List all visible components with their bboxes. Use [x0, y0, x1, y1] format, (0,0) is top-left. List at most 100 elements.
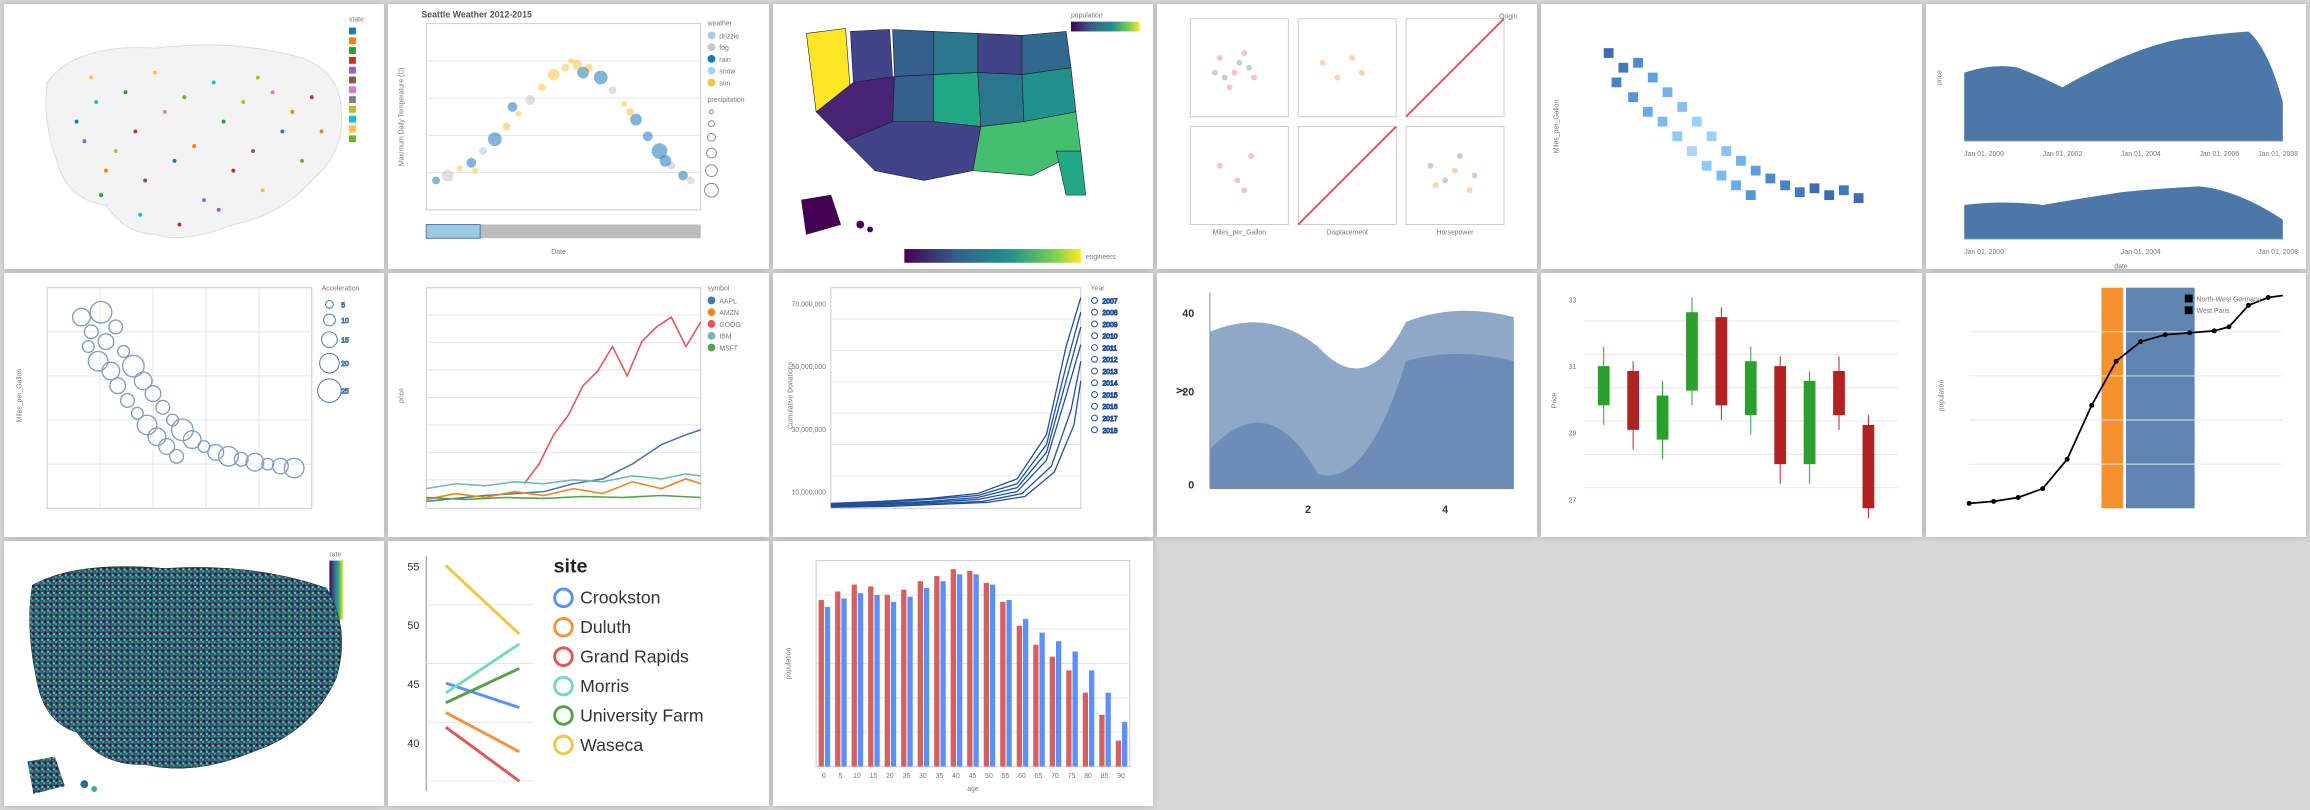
svg-text:25: 25	[341, 388, 349, 395]
svg-text:45: 45	[408, 679, 420, 691]
svg-text:2010: 2010	[1102, 333, 1117, 340]
size-legend-title: precipitation	[708, 97, 745, 104]
svg-text:70,000,000: 70,000,000	[791, 301, 826, 308]
svg-text:40: 40	[952, 774, 960, 781]
svg-text:33: 33	[1569, 297, 1577, 304]
svg-text:70: 70	[1051, 774, 1059, 781]
svg-text:2016: 2016	[1102, 404, 1117, 411]
svg-text:10: 10	[853, 774, 861, 781]
svg-text:45: 45	[968, 774, 976, 781]
svg-text:31: 31	[1569, 364, 1577, 371]
svg-text:fog: fog	[720, 45, 730, 52]
svg-text:15: 15	[341, 337, 349, 344]
y-axis-label: population	[1938, 379, 1945, 411]
svg-text:Jan 01, 2000: Jan 01, 2000	[1964, 151, 2004, 158]
legend-title: state	[349, 17, 364, 24]
chart-us-county-choropleth: rate	[4, 541, 384, 806]
svg-text:90: 90	[1117, 774, 1125, 781]
chart-grouped-bar: population age 0510152025303540455055606…	[773, 541, 1153, 806]
svg-text:Displacement: Displacement	[1326, 229, 1368, 236]
legend-title: symbol	[708, 285, 730, 292]
svg-text:Origin: Origin	[1499, 14, 1517, 21]
chart-barley: 55 50 45 40 site Crookston Duluth Grand …	[388, 541, 768, 806]
legend-title: site	[554, 556, 588, 578]
svg-text:2012: 2012	[1102, 357, 1117, 364]
svg-text:35: 35	[935, 774, 943, 781]
svg-text:65: 65	[1034, 774, 1042, 781]
y-axis-label: Miles_per_Gallon	[1554, 100, 1561, 154]
svg-text:60: 60	[1018, 774, 1026, 781]
svg-text:2011: 2011	[1102, 345, 1117, 352]
legend-bottom-title: engineers	[1085, 254, 1116, 261]
svg-text:Jan 01, 2008: Jan 01, 2008	[2258, 151, 2298, 158]
svg-text:50: 50	[408, 621, 420, 633]
svg-text:sun: sun	[720, 80, 731, 87]
chart-stocks: price symbol AAPL AMZN GOOG IBM MSFT	[388, 273, 768, 538]
chart-line-bands: population North-West Germany West Paris	[1926, 273, 2306, 538]
svg-text:Horsepower: Horsepower	[1436, 229, 1474, 236]
size-legend-title: Acceleration	[322, 285, 360, 292]
svg-text:30,000,000: 30,000,000	[791, 426, 826, 433]
chart-title: Seattle Weather 2012-2015	[422, 10, 533, 20]
svg-text:snow: snow	[720, 69, 736, 76]
svg-text:Duluth: Duluth	[580, 617, 631, 637]
svg-text:IBM: IBM	[720, 333, 732, 340]
legend-precip	[705, 110, 719, 197]
svg-text:Crookston: Crookston	[580, 588, 660, 608]
svg-text:University Farm: University Farm	[580, 706, 703, 726]
svg-text:20: 20	[886, 774, 894, 781]
svg-text:Jan 01, 2008: Jan 01, 2008	[2258, 249, 2298, 256]
svg-text:Jan 01, 2006: Jan 01, 2006	[2199, 151, 2239, 158]
legend-swatches	[349, 28, 356, 143]
y-axis-label: Miles_per_Gallon	[17, 368, 24, 422]
svg-text:5: 5	[838, 774, 842, 781]
svg-text:10,000,000: 10,000,000	[791, 489, 826, 496]
svg-text:5: 5	[341, 302, 345, 309]
svg-text:Miles_per_Gallon: Miles_per_Gallon	[1213, 229, 1267, 236]
y-axis-label: y	[1173, 387, 1185, 393]
svg-text:Jan 01, 2004: Jan 01, 2004	[2121, 151, 2161, 158]
chart-mpg-scatter: Miles_per_Gallon	[1541, 4, 1921, 269]
svg-text:GOOG: GOOG	[720, 322, 741, 329]
y-axis-label: price	[399, 388, 406, 403]
svg-text:rain: rain	[720, 57, 732, 64]
svg-text:North-West Germany: North-West Germany	[2196, 296, 2261, 303]
svg-text:2007: 2007	[1102, 298, 1117, 305]
y-axis-label: price	[1936, 70, 1943, 85]
svg-text:10: 10	[341, 318, 349, 325]
chart-us-population-choropleth: population engineers	[773, 4, 1153, 269]
y-axis-label: Price	[1552, 392, 1559, 408]
legend-title: rate	[329, 552, 341, 559]
svg-text:27: 27	[1569, 497, 1577, 504]
legend-top-title: population	[1071, 13, 1103, 20]
svg-text:drizzle: drizzle	[720, 33, 740, 40]
svg-text:85: 85	[1100, 774, 1108, 781]
y-axis-label: Maximum Daily Temperature (C)	[399, 67, 406, 166]
svg-text:AMZN: AMZN	[720, 310, 739, 317]
chart-donations: Cumulative Donations 70,000,000 50,000,0…	[773, 273, 1153, 538]
legend-sites: Crookston Duluth Grand Rapids Morris Uni…	[555, 588, 704, 755]
svg-text:75: 75	[1067, 774, 1075, 781]
gallery-grid: state Seattle Weather 2012-2015	[0, 0, 2310, 810]
svg-text:2014: 2014	[1102, 380, 1117, 387]
svg-text:AAPL: AAPL	[720, 298, 738, 305]
chart-seattle-weather: Seattle Weather 2012-2015 Date Maximum D…	[388, 4, 768, 269]
svg-text:West Paris: West Paris	[2196, 308, 2230, 315]
svg-text:Jan 01, 2004: Jan 01, 2004	[2121, 249, 2161, 256]
svg-text:2015: 2015	[1102, 392, 1117, 399]
y-axis-label: population	[785, 648, 792, 680]
svg-text:4: 4	[1442, 504, 1448, 516]
x-axis-label: age	[967, 786, 979, 793]
svg-text:40: 40	[408, 738, 420, 750]
svg-text:date: date	[2114, 264, 2128, 269]
chart-us-dot-map: state	[4, 4, 384, 269]
legend-title: Year	[1090, 285, 1105, 292]
legend-weather: drizzle fog rain snow sun	[708, 31, 740, 87]
svg-text:40: 40	[1182, 308, 1194, 320]
chart-scatter-matrix: Miles_per_Gallon Displacement Horsepower…	[1157, 4, 1537, 269]
svg-text:0: 0	[1188, 479, 1194, 491]
legend-title: weather	[707, 21, 733, 28]
states	[806, 29, 1085, 196]
svg-text:MSFT: MSFT	[720, 345, 739, 352]
x-axis-label: Date	[552, 249, 567, 256]
